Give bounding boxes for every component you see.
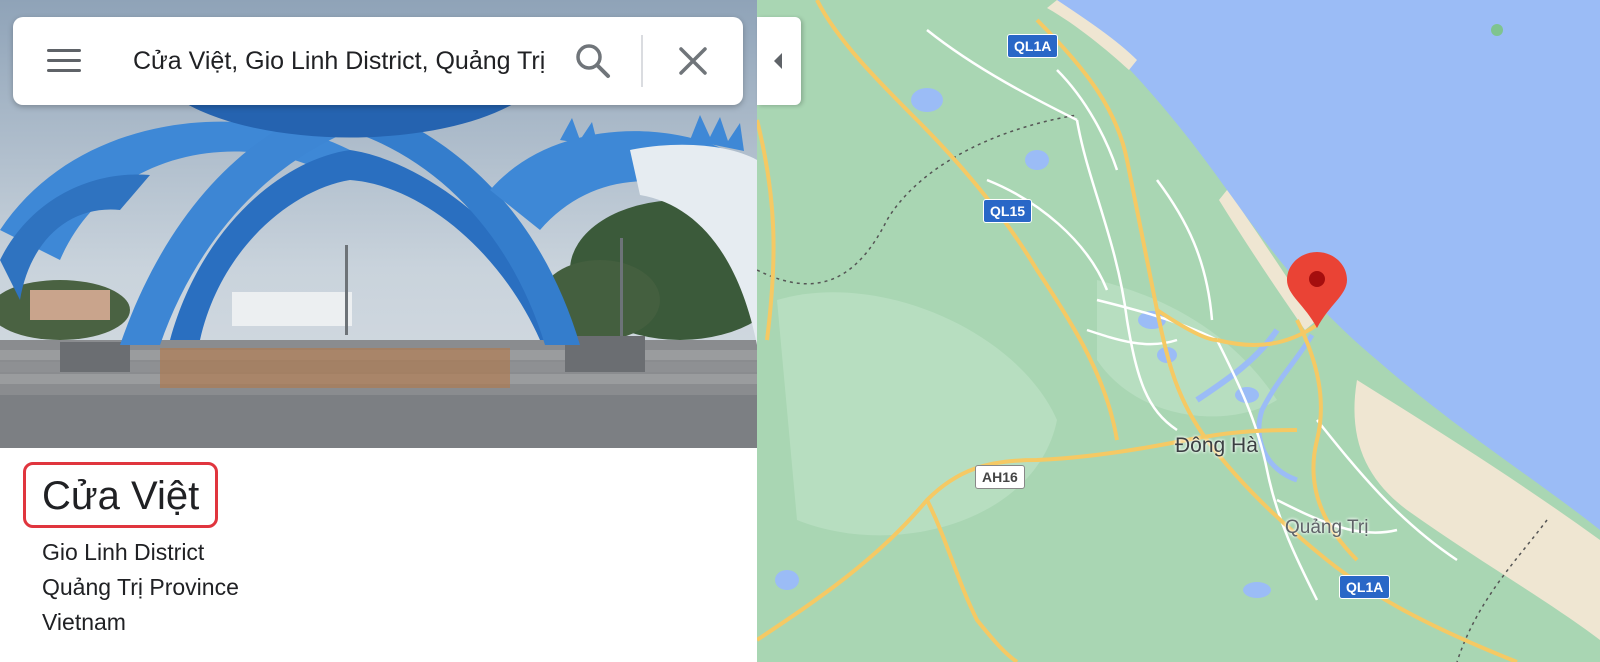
road-shield-ql15: QL15 xyxy=(983,199,1033,223)
road-shield-ql1a: QL1A xyxy=(1007,34,1059,58)
place-title: Cửa Việt xyxy=(42,474,200,518)
address-line-district: Gio Linh District xyxy=(42,539,205,565)
search-divider xyxy=(641,35,643,87)
place-title-highlight: Cửa Việt xyxy=(23,462,219,528)
search-icon[interactable] xyxy=(573,41,613,81)
search-input[interactable]: Cửa Việt, Gio Linh District, Quảng Trị P… xyxy=(133,43,553,79)
map-graphic xyxy=(757,0,1600,662)
map-label-quang-tri[interactable]: Quảng Trị xyxy=(1285,517,1368,539)
close-icon[interactable] xyxy=(673,41,713,81)
search-box[interactable]: Cửa Việt, Gio Linh District, Quảng Trị P… xyxy=(13,17,743,105)
address-line-country: Vietnam xyxy=(42,609,126,635)
map-label-dong-ha[interactable]: Đông Hà xyxy=(1175,434,1258,458)
menu-icon[interactable] xyxy=(47,45,81,77)
place-panel: Cửa Việt, Gio Linh District, Quảng Trị P… xyxy=(0,0,757,662)
road-shield-ql1a: QL1A xyxy=(1339,575,1391,599)
road-shield-ah16: AH16 xyxy=(975,465,1025,489)
address-line-province: Quảng Trị Province xyxy=(42,574,239,600)
map-canvas[interactable]: QL1A QL15 AH16 QL1A Đông Hà Quảng Trị xyxy=(757,0,1600,662)
collapse-arrow-icon xyxy=(774,53,782,69)
collapse-panel-button[interactable] xyxy=(757,17,801,105)
